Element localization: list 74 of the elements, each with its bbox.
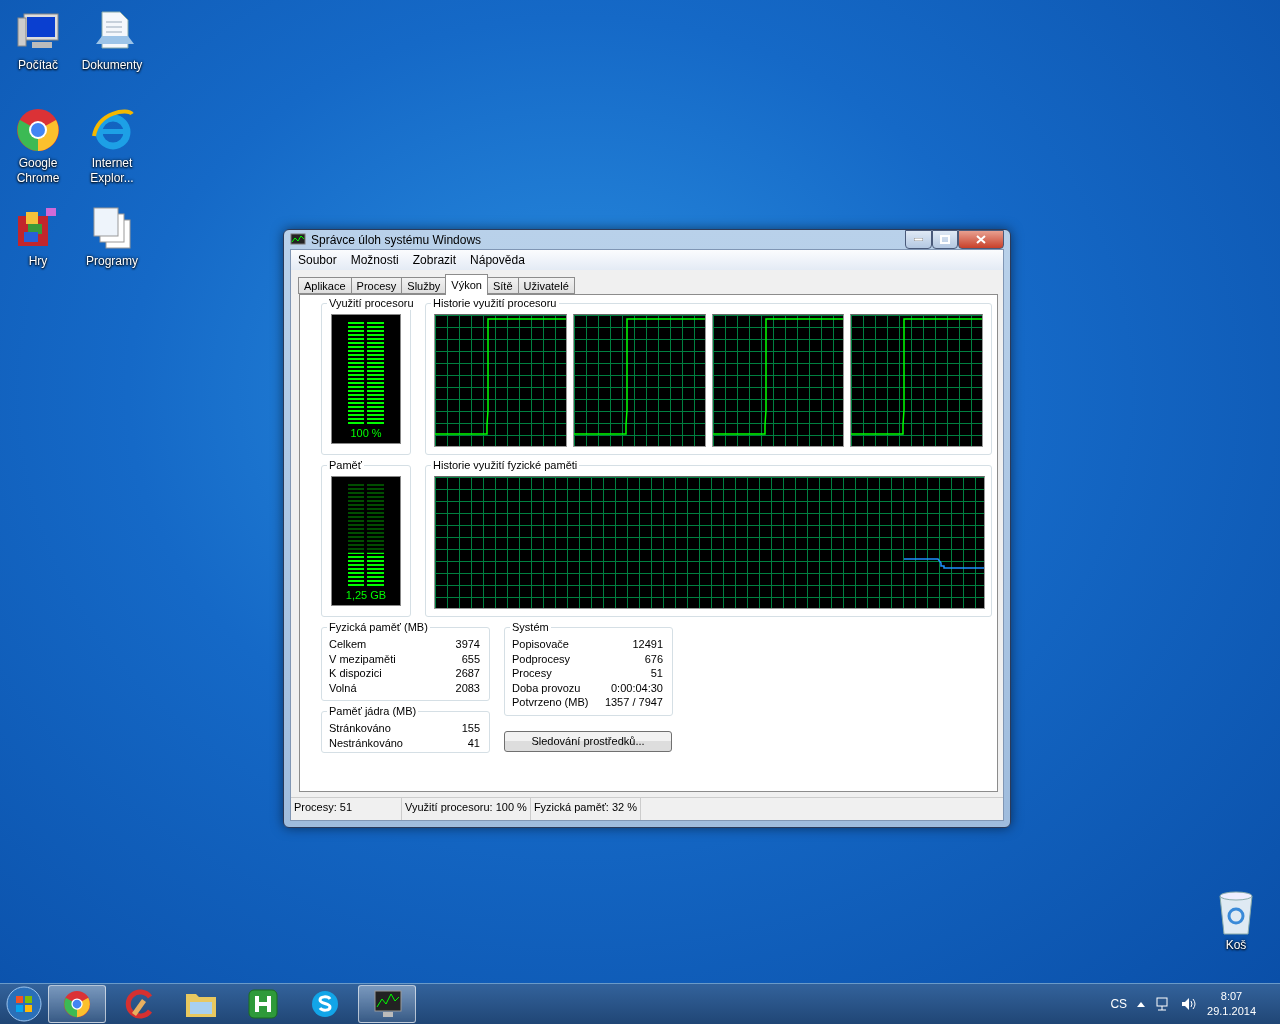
menu-item[interactable]: Nápověda [463, 253, 532, 267]
desktop-icon-label[interactable]: Počítač [18, 58, 58, 73]
stat-value: 3974 [455, 637, 480, 652]
stat-value: 0:00:04:30 [611, 680, 663, 695]
stat-label: Popisovače [512, 637, 569, 652]
stat-value: 41 [467, 735, 480, 750]
tab[interactable]: Procesy [350, 277, 403, 294]
chrome-icon [62, 989, 92, 1019]
stat-label: V mezipaměti [329, 651, 396, 666]
group-title: Historie využití procesoru [431, 296, 559, 310]
taskbar-app-button[interactable] [48, 985, 106, 1023]
stat-label: Volná [329, 680, 357, 695]
desktop-icon-label[interactable]: Google Chrome [0, 156, 76, 186]
menu-item[interactable]: Možnosti [343, 253, 406, 267]
stat-label: Celkem [329, 637, 367, 652]
stat-value: 655 [461, 651, 480, 666]
desktop-icon-label[interactable]: Internet Explor... [74, 156, 150, 186]
status-text: Fyzická paměť: 32 % [530, 798, 642, 820]
clock[interactable]: 8:07 29.1.2014 [1207, 989, 1256, 1019]
language-indicator[interactable]: CS [1110, 997, 1128, 1011]
close-button[interactable] [958, 229, 1004, 249]
stat-label: Nestránkováno [329, 735, 403, 750]
stat-label: Podprocesy [512, 651, 571, 666]
desktop-icon-label[interactable]: Hry [28, 254, 48, 269]
tab[interactable]: Služby [401, 277, 447, 294]
desktop-icon-label[interactable]: Koš [1225, 938, 1247, 953]
minimize-button[interactable] [905, 229, 932, 249]
group-title: Paměť [327, 458, 364, 472]
window-title: Správce úloh systému Windows [311, 232, 483, 247]
monitor-graph-icon [290, 232, 306, 247]
chrome-icon [14, 106, 62, 154]
start-orb-icon [6, 986, 42, 1022]
group-title: Využití procesoru [327, 296, 416, 310]
stat-label: Doba provozu [512, 680, 581, 695]
skype-icon [310, 989, 340, 1019]
menu-item[interactable]: Zobrazit [405, 253, 464, 267]
caret-up-icon[interactable] [1137, 1001, 1146, 1007]
speaker-icon[interactable] [1181, 997, 1198, 1011]
stat-label: Procesy [512, 666, 552, 681]
meter-reading: 1,25 GB [345, 589, 387, 601]
desktop-icon-label[interactable]: Programy [86, 254, 138, 269]
stat-label: K dispozici [329, 666, 382, 681]
group-title: Fyzická paměť (MB) [327, 620, 430, 634]
maximize-icon [940, 234, 950, 244]
stat-label: Potvrzeno (MB) [512, 695, 589, 710]
stat-value: 2687 [455, 666, 480, 681]
close-icon [976, 234, 986, 244]
monitor-graph-icon [371, 989, 403, 1019]
tab[interactable]: Uživatelé [517, 277, 575, 294]
resource-monitor-button[interactable]: Sledování prostředků... [504, 730, 672, 752]
menu-item[interactable]: Soubor [291, 253, 344, 267]
recycle-bin-icon [1216, 888, 1256, 936]
stat-value: 155 [461, 721, 480, 736]
minimize-icon [914, 237, 923, 241]
group-title: Systém [510, 620, 551, 634]
meter-reading: 100 % [350, 427, 382, 439]
desktop-icon-label[interactable]: Dokumenty [81, 58, 143, 73]
maximize-button[interactable] [932, 229, 958, 249]
stat-value: 2083 [455, 680, 480, 695]
letter-h-icon [248, 989, 278, 1019]
status-text: Procesy: 51 [291, 798, 402, 820]
stat-label: Stránkováno [329, 721, 391, 736]
status-text: Využití procesoru: 100 % [402, 798, 531, 820]
taskbar-app-button[interactable] [358, 985, 416, 1023]
group-title: Historie využití fyzické paměti [431, 458, 580, 472]
tab[interactable]: Aplikace [298, 277, 352, 294]
stat-value: 676 [644, 651, 663, 666]
stat-value: 1357 / 7947 [604, 695, 663, 710]
tab[interactable]: Sítě [486, 277, 519, 294]
stat-value: 51 [650, 666, 663, 681]
tab[interactable]: Výkon [445, 274, 488, 295]
stat-value: 12491 [632, 637, 663, 652]
brush-icon [124, 989, 154, 1019]
group-title: Paměť jádra (MB) [327, 704, 419, 718]
